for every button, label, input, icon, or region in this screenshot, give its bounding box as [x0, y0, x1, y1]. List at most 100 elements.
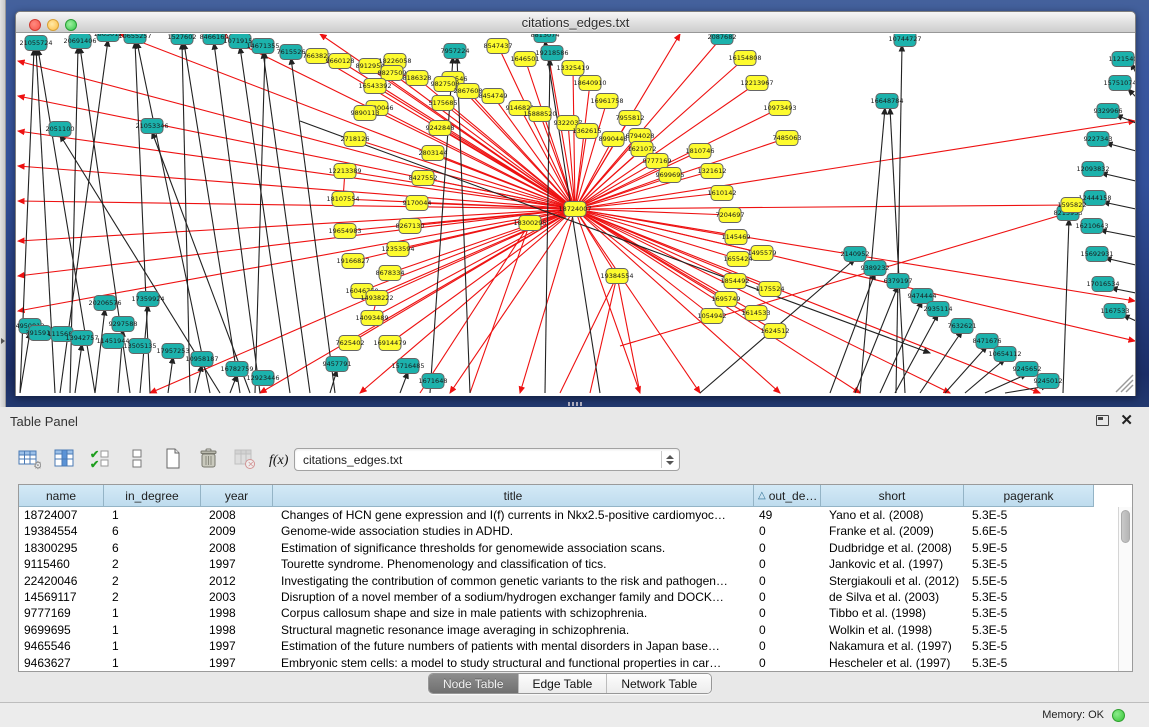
- window-resize-grip-icon[interactable]: [1116, 375, 1133, 392]
- graph-edge[interactable]: [345, 171, 575, 209]
- graph-node[interactable]: 12213967: [740, 76, 773, 91]
- graph-node[interactable]: 13325419: [556, 61, 589, 76]
- graph-edge[interactable]: [1105, 258, 1135, 265]
- table-scrollbar[interactable]: [1118, 507, 1132, 671]
- graph-node[interactable]: 8813074: [531, 34, 560, 43]
- graph-node[interactable]: 15716485: [391, 359, 424, 374]
- graph-node[interactable]: 1595822: [1058, 198, 1087, 213]
- graph-node[interactable]: 10655257: [118, 34, 151, 44]
- column-header-year[interactable]: year: [201, 485, 273, 507]
- memory-status-indicator[interactable]: [1112, 709, 1125, 722]
- column-header-in_degree[interactable]: in_degree: [104, 485, 201, 507]
- graph-node[interactable]: 19654983: [328, 224, 361, 239]
- graph-edge[interactable]: [75, 344, 82, 393]
- graph-edge[interactable]: [575, 209, 738, 259]
- graph-node[interactable]: 1810746: [686, 144, 715, 159]
- graph-node[interactable]: 1655424: [724, 252, 753, 267]
- graph-node[interactable]: 7485063: [773, 131, 802, 146]
- table-settings-icon[interactable]: ⚙: [16, 446, 42, 472]
- graph-edge[interactable]: [590, 276, 617, 393]
- graph-edge[interactable]: [1106, 143, 1135, 151]
- graph-edge[interactable]: [617, 276, 640, 393]
- graph-node[interactable]: 1054942: [698, 309, 727, 324]
- table-row[interactable]: 1830029562008Estimation of significance …: [19, 540, 1118, 556]
- column-header-short[interactable]: short: [821, 485, 964, 507]
- graph-node[interactable]: 7955812: [616, 111, 645, 126]
- graph-edge[interactable]: [255, 52, 265, 393]
- graph-node[interactable]: 19166827: [336, 254, 369, 269]
- graph-edge[interactable]: [18, 209, 575, 241]
- graph-node[interactable]: 9890113: [351, 106, 380, 121]
- table-row[interactable]: 969969511998Structural magnetic resonanc…: [19, 622, 1118, 638]
- table-row[interactable]: 1872400712008Changes of HCN gene express…: [19, 507, 1118, 523]
- graph-node[interactable]: 1646501: [511, 52, 540, 67]
- graph-edge[interactable]: [168, 357, 173, 393]
- graph-edge[interactable]: [230, 375, 237, 393]
- show-columns-icon[interactable]: [52, 446, 78, 472]
- graph-node[interactable]: 17359924: [131, 292, 164, 307]
- graph-node[interactable]: 1167533: [1101, 304, 1130, 319]
- graph-edge[interactable]: [36, 49, 55, 393]
- graph-node[interactable]: 7957224: [441, 44, 470, 59]
- graph-node[interactable]: 1614533: [742, 306, 771, 321]
- graph-node[interactable]: 9297588: [109, 317, 138, 332]
- graph-node[interactable]: 8267130: [396, 219, 425, 234]
- table-row[interactable]: 911546021997Tourette syndrome. Phenomeno…: [19, 556, 1118, 572]
- graph-node[interactable]: 2718126: [341, 132, 370, 147]
- row-height-icon[interactable]: [124, 446, 150, 472]
- graph-edge[interactable]: [184, 43, 240, 393]
- graph-node[interactable]: 20691406: [63, 34, 96, 49]
- graph-node[interactable]: 12213389: [328, 164, 361, 179]
- network-view-window[interactable]: citations_edges.txt 21055724206914061863…: [15, 11, 1136, 396]
- graph-node[interactable]: 2935114: [924, 302, 953, 317]
- table-selector-dropdown[interactable]: citations_edges.txt: [294, 448, 680, 471]
- graph-edge[interactable]: [300, 121, 930, 353]
- table-row[interactable]: 2242004622012Investigating the contribut…: [19, 573, 1118, 589]
- graph-edge[interactable]: [470, 223, 530, 393]
- graph-edge[interactable]: [400, 372, 408, 393]
- select-columns-icon[interactable]: ✔✔: [88, 446, 114, 472]
- graph-node[interactable]: 5175685: [429, 96, 458, 111]
- graph-node[interactable]: 2051100: [46, 122, 75, 137]
- graph-node[interactable]: 10958187: [185, 352, 218, 367]
- graph-edge[interactable]: [18, 61, 575, 209]
- graph-node[interactable]: 19218586: [535, 46, 568, 61]
- graph-node[interactable]: 8990448: [599, 132, 628, 147]
- graph-node[interactable]: 16154808: [728, 51, 761, 66]
- graph-node[interactable]: 9227343: [1084, 132, 1113, 147]
- graph-node[interactable]: 1362615: [573, 124, 602, 139]
- graph-edge[interactable]: [560, 276, 617, 393]
- graph-edge[interactable]: [182, 43, 190, 393]
- control-panel-collapsed[interactable]: [0, 0, 6, 407]
- graph-edge[interactable]: [195, 365, 202, 393]
- expand-panel-arrow-icon[interactable]: [1, 338, 5, 344]
- tab-node-table[interactable]: Node Table: [429, 674, 519, 693]
- graph-node[interactable]: 1121540: [1109, 52, 1135, 67]
- graph-node[interactable]: 9245652: [1013, 362, 1042, 377]
- graph-edge[interactable]: [420, 223, 530, 393]
- citation-graph[interactable]: 2105572420691406186301210655257152760284…: [16, 34, 1135, 396]
- graph-node[interactable]: 9457791: [323, 357, 352, 372]
- graph-edge[interactable]: [890, 108, 905, 393]
- graph-edge[interactable]: [18, 209, 575, 276]
- graph-node[interactable]: 2140952: [841, 247, 870, 262]
- graph-node[interactable]: 1175524: [756, 282, 785, 297]
- column-header-pagerank[interactable]: pagerank: [964, 485, 1094, 507]
- graph-node[interactable]: 8678334: [376, 266, 405, 281]
- graph-node[interactable]: 1527602: [168, 34, 197, 45]
- close-panel-icon[interactable]: ✕: [1120, 411, 1133, 429]
- column-header-title[interactable]: title: [273, 485, 754, 507]
- splitter-grip[interactable]: [568, 402, 582, 406]
- graph-edge[interactable]: [1111, 288, 1135, 293]
- graph-edge[interactable]: [1101, 173, 1135, 181]
- graph-edge[interactable]: [1100, 230, 1135, 237]
- graph-node[interactable]: 9699695: [656, 168, 685, 183]
- graph-node[interactable]: 8427552: [409, 171, 438, 186]
- graph-node[interactable]: 16914479: [373, 336, 406, 351]
- tab-edge-table[interactable]: Edge Table: [519, 674, 608, 693]
- network-canvas[interactable]: 2105572420691406186301210655257152760284…: [16, 34, 1135, 396]
- graph-node[interactable]: 1695749: [712, 292, 741, 307]
- graph-node[interactable]: 7625402: [336, 336, 365, 351]
- graph-edge[interactable]: [457, 57, 470, 393]
- graph-node[interactable]: 15751074: [1103, 76, 1135, 91]
